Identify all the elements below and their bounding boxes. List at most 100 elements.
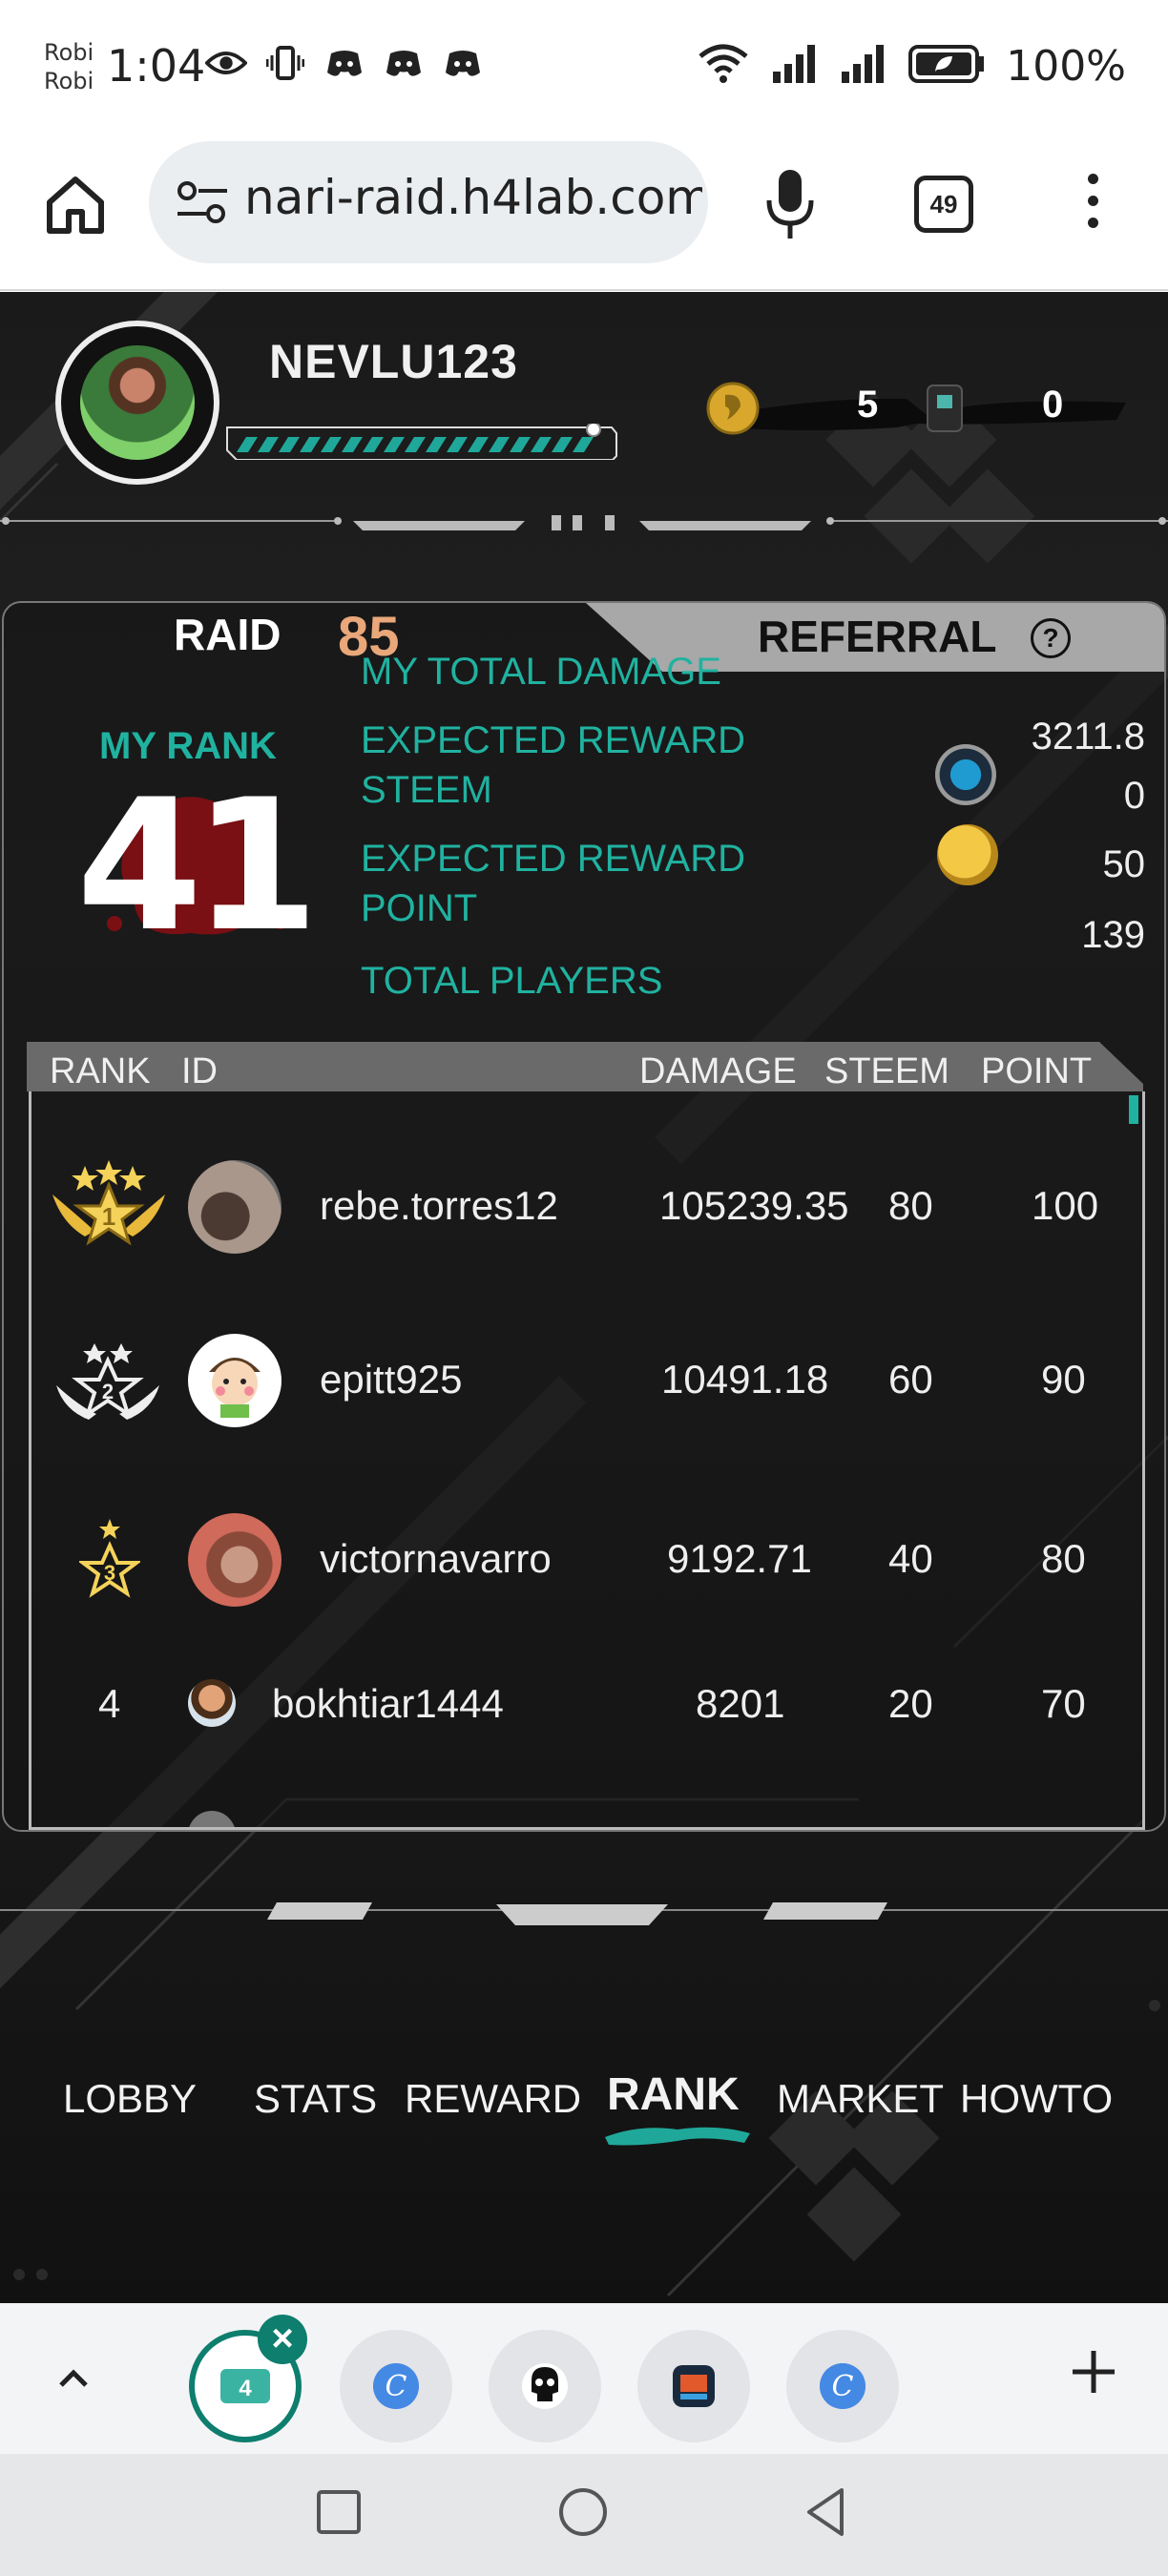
gold-rank-badge-icon: 1: [52, 1160, 165, 1246]
xp-stripe: [279, 437, 300, 452]
h4lab-favicon-icon: 4: [220, 2369, 270, 2403]
row-id: epitt925: [320, 1357, 463, 1402]
cartoon-avatar-icon: [209, 1358, 261, 1418]
eye-icon: [205, 46, 247, 80]
row-steem: 80: [888, 1183, 933, 1228]
raid-panel: RAID 85 REFERRAL ? MY RANK 41 MY TOTAL D…: [2, 601, 1166, 1832]
tab-steem-app[interactable]: [637, 2330, 750, 2442]
steem-icon: [935, 744, 996, 805]
leaderboard-table[interactable]: 1 rebe.torres12 105239.35 80 100 2 epitt…: [29, 1091, 1145, 1830]
canva-icon: C: [820, 2363, 866, 2409]
more-menu-icon[interactable]: [1078, 174, 1107, 239]
tab-raid[interactable]: RAID: [174, 609, 281, 660]
badge-rank-number: 3: [104, 1561, 115, 1585]
nav-howto[interactable]: HOWTO: [960, 2076, 1113, 2122]
url-text: nari-raid.h4lab.com: [244, 170, 702, 225]
avatar: [188, 1513, 282, 1607]
microphone-icon[interactable]: [763, 166, 817, 242]
nav-lobby[interactable]: LOBBY: [63, 2076, 197, 2122]
xp-stripe: [510, 437, 531, 452]
row-id: bokhtiar1444: [272, 1681, 504, 1726]
total-damage-label: MY TOTAL DAMAGE: [361, 651, 721, 693]
reward-point-label-2: POINT: [361, 887, 478, 929]
row-damage: 9192.71: [667, 1536, 812, 1581]
svg-text:4: 4: [239, 2376, 252, 2401]
ticket-count: 0: [1042, 384, 1064, 426]
xp-stripe: [321, 437, 342, 452]
avatar: [188, 1811, 236, 1827]
chevron-up-icon[interactable]: [50, 2355, 97, 2402]
xp-stripe: [300, 437, 321, 452]
battery-percent: 100%: [1006, 42, 1126, 91]
row-damage: 10491.18: [661, 1357, 829, 1402]
active-tab-brush: [605, 2127, 750, 2146]
coin-icon: [937, 824, 998, 885]
help-icon[interactable]: ?: [1031, 618, 1071, 658]
table-row[interactable]: 2 epitt925 10491.18 60 90: [31, 1313, 1142, 1465]
silver-rank-badge-icon: 2: [56, 1343, 159, 1420]
avatar: [188, 1334, 282, 1427]
total-players-value: 139: [1081, 914, 1145, 956]
browser-tab-strip: 4 × C C: [0, 2303, 1168, 2454]
canva-icon: C: [373, 2363, 419, 2409]
tab-canva[interactable]: C: [340, 2330, 452, 2442]
row-steem: 40: [888, 1536, 933, 1581]
my-rank-number: 41: [76, 760, 319, 971]
row-id: victornavarro: [320, 1536, 552, 1581]
clock: 1:04: [107, 40, 206, 92]
tab-canva-2[interactable]: C: [786, 2330, 899, 2442]
currency-bar-bg: [706, 382, 1126, 435]
signal-icon: [771, 43, 819, 90]
table-row[interactable]: 1 rebe.torres12 105239.35 80 100: [31, 1132, 1142, 1284]
browser-toolbar: nari-raid.h4lab.com 49: [0, 134, 1168, 291]
row-damage: 8201: [696, 1681, 785, 1726]
home-nav-button[interactable]: [557, 2486, 609, 2543]
table-row[interactable]: 3 victornavarro 9192.71 40 80: [31, 1492, 1142, 1645]
column-point: POINT: [981, 1051, 1093, 1091]
xp-stripe: [237, 437, 258, 452]
coin-counter[interactable]: [706, 378, 1145, 439]
app-favicon-icon: [673, 2365, 715, 2407]
player-avatar[interactable]: [55, 321, 219, 485]
game-screen: NEVLU123 5 0 RAID 85 REFERRAL ? MY RANK: [0, 292, 1168, 2303]
row-steem: 20: [888, 1681, 933, 1726]
nav-reward[interactable]: REWARD: [405, 2076, 581, 2122]
tab-switcher-button[interactable]: 49: [914, 176, 973, 233]
nav-stats[interactable]: STATS: [254, 2076, 377, 2122]
address-bar[interactable]: nari-raid.h4lab.com: [149, 141, 708, 263]
avatar-photo: [80, 345, 195, 460]
recents-button[interactable]: [315, 2488, 363, 2541]
xp-stripe: [531, 437, 552, 452]
home-button[interactable]: [42, 172, 109, 239]
nav-rank[interactable]: RANK: [607, 2068, 740, 2121]
game-bottom-nav: LOBBY STATS REWARD RANK MARKET HOWTO: [0, 2069, 1168, 2152]
wifi-icon: [697, 43, 750, 90]
row-steem: 60: [888, 1357, 933, 1402]
new-tab-icon[interactable]: [1067, 2345, 1120, 2399]
row-point: 80: [1041, 1536, 1086, 1581]
column-rank: RANK: [50, 1051, 151, 1091]
xp-stripe: [573, 437, 594, 452]
xp-stripe: [426, 437, 447, 452]
nav-market[interactable]: MARKET: [777, 2076, 944, 2122]
reward-steem-label-1: EXPECTED REWARD: [361, 719, 746, 761]
table-row[interactable]: 4 bokhtiar1444 8201 20 70: [31, 1647, 1142, 1799]
tab-skull-app[interactable]: [489, 2330, 601, 2442]
tab-referral[interactable]: REFERRAL: [758, 611, 996, 662]
skull-icon: [522, 2363, 568, 2409]
column-steem: STEEM: [824, 1051, 949, 1091]
battery-saver-icon: [908, 43, 985, 90]
table-row[interactable]: [31, 1811, 1142, 1827]
bronze-rank-badge-icon: 3: [79, 1519, 140, 1598]
carrier-label: Robi Robi: [44, 39, 94, 94]
row-damage: 105239.35: [659, 1183, 849, 1228]
close-tab-icon[interactable]: ×: [258, 2315, 307, 2364]
xp-progress-bar: [226, 424, 617, 460]
avatar: [188, 1679, 236, 1727]
back-button[interactable]: [802, 2486, 849, 2543]
scrollbar[interactable]: [1129, 1095, 1138, 1124]
site-settings-icon[interactable]: [176, 179, 229, 225]
reward-steem-value: 0: [1123, 775, 1145, 817]
player-username: NEVLU123: [269, 335, 518, 388]
xp-stripe: [468, 437, 489, 452]
